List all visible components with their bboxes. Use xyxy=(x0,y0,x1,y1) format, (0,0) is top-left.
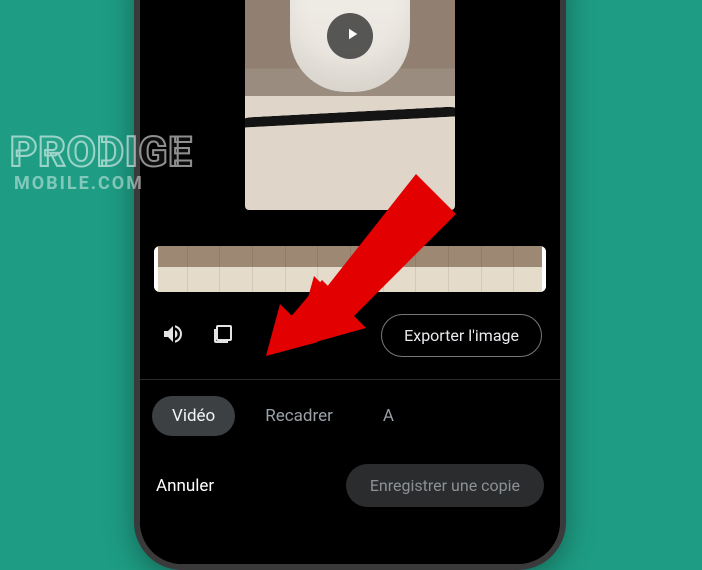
video-thumbnail[interactable] xyxy=(245,0,455,210)
play-button[interactable] xyxy=(327,13,373,59)
editor-tabs: Vidéo Recadrer A xyxy=(140,380,560,446)
frame-export-icon xyxy=(211,322,235,350)
timeline-frames xyxy=(154,246,546,292)
tab-crop[interactable]: Recadrer xyxy=(245,396,353,436)
tab-more[interactable]: A xyxy=(363,396,414,436)
volume-icon xyxy=(161,322,185,350)
phone-frame: Exporter l'image Vidéo Recadrer A Annule… xyxy=(134,0,566,570)
video-preview-area xyxy=(140,0,560,236)
tab-video[interactable]: Vidéo xyxy=(152,396,235,436)
watermark-line1: PRODIGE xyxy=(10,128,193,177)
editor-bottom-bar: Annuler Enregistrer une copie xyxy=(140,446,560,527)
trim-handle-start[interactable] xyxy=(154,246,158,292)
save-copy-button[interactable]: Enregistrer une copie xyxy=(346,464,544,507)
editor-toolbar: Exporter l'image xyxy=(140,292,560,373)
video-timeline[interactable] xyxy=(154,246,546,292)
volume-button[interactable] xyxy=(158,321,188,351)
play-icon xyxy=(340,25,361,47)
frame-export-button[interactable] xyxy=(208,321,238,351)
thumbnail-cable xyxy=(245,106,455,136)
export-image-button[interactable]: Exporter l'image xyxy=(381,314,542,357)
editor-screen: Exporter l'image Vidéo Recadrer A Annule… xyxy=(140,0,560,564)
trim-handle-end[interactable] xyxy=(542,246,546,292)
watermark: PRODIGE MOBILE.COM xyxy=(10,128,193,194)
cancel-button[interactable]: Annuler xyxy=(156,476,214,496)
